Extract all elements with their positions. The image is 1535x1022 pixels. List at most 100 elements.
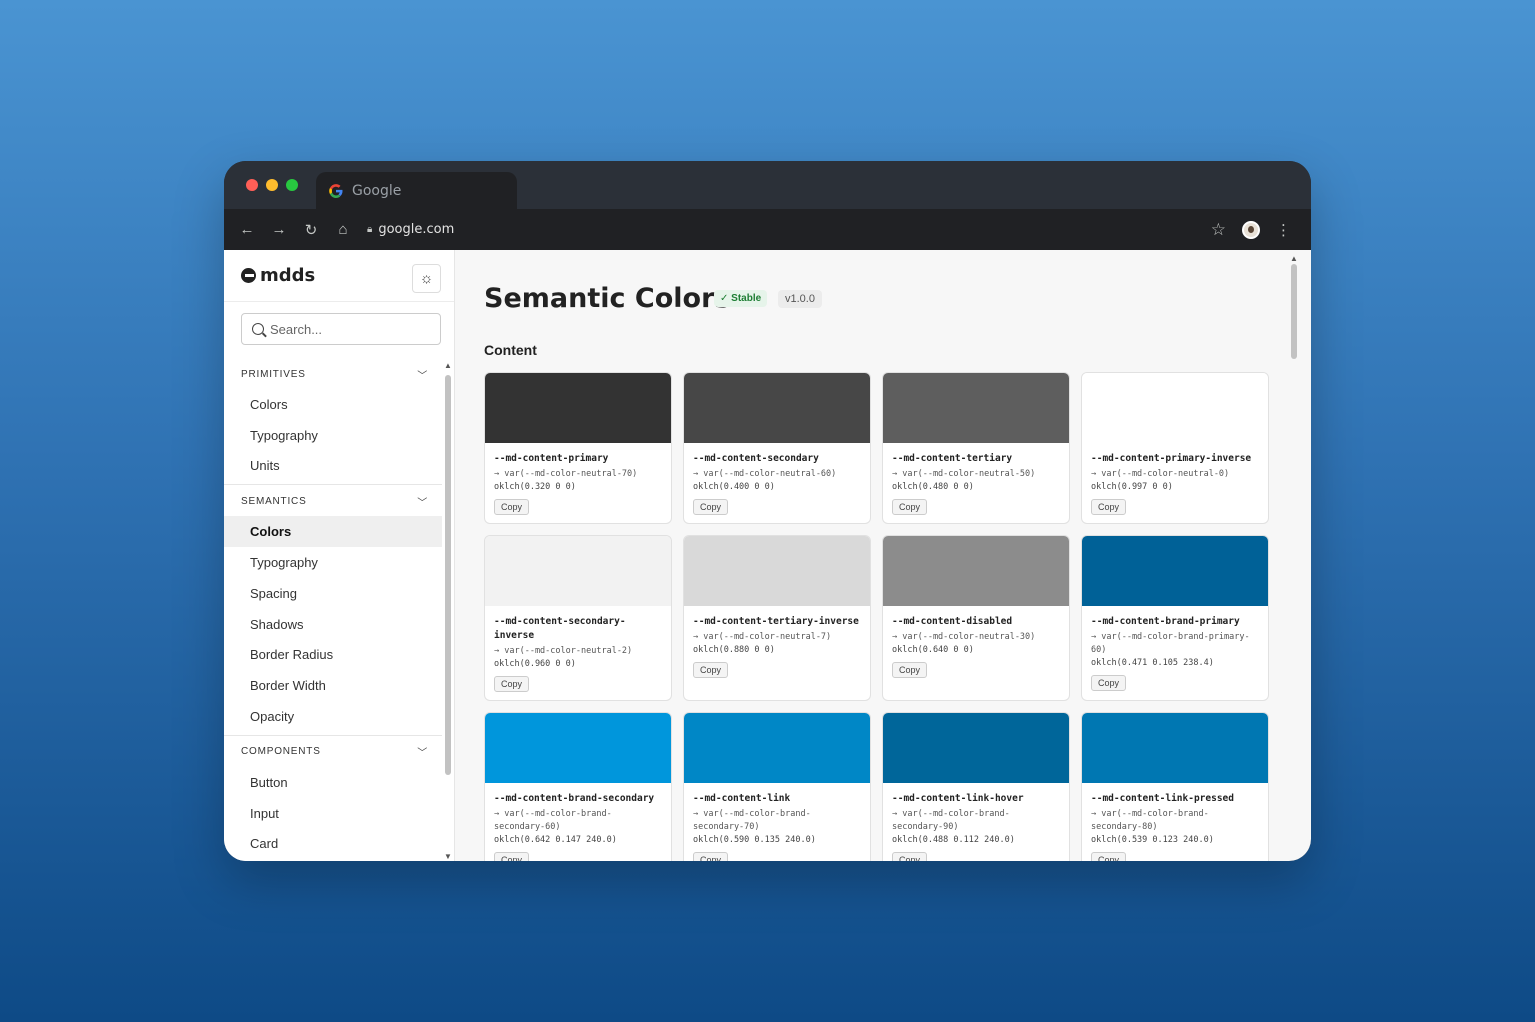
address-bar[interactable]: 🔒︎ google.com bbox=[367, 222, 454, 237]
token-card: --md-content-secondary-inverse → var(--md… bbox=[484, 535, 672, 701]
copy-button[interactable]: Copy bbox=[892, 499, 928, 515]
section-primitives[interactable]: PRIMITIVES ﹀ bbox=[224, 359, 442, 389]
scroll-down-icon[interactable]: ▼ bbox=[444, 852, 452, 861]
token-card: --md-content-secondary → var(--md-color-n… bbox=[683, 372, 871, 524]
sidebar-item-semantics-colors[interactable]: Colors bbox=[224, 516, 442, 548]
copy-button[interactable]: Copy bbox=[494, 852, 530, 861]
divider bbox=[224, 484, 442, 486]
sidebar-nav: PRIMITIVES ﹀ Colors Typography Units SEM… bbox=[224, 359, 442, 859]
section-semantics[interactable]: SEMANTICS ﹀ bbox=[224, 486, 442, 516]
theme-toggle-button[interactable]: ☼ bbox=[412, 264, 441, 293]
color-swatch bbox=[883, 713, 1069, 783]
copy-button[interactable]: Copy bbox=[693, 499, 729, 515]
browser-menu-icon[interactable]: ⋮ bbox=[1276, 221, 1291, 239]
scrollbar-thumb[interactable] bbox=[445, 375, 451, 775]
token-name: --md-content-link-pressed bbox=[1091, 793, 1234, 804]
copy-button[interactable]: Copy bbox=[1091, 675, 1127, 691]
token-oklch-value: oklch(0.400 0 0) bbox=[693, 482, 775, 492]
card-body: --md-content-primary → var(--md-color-neu… bbox=[485, 443, 671, 523]
token-oklch-value: oklch(0.590 0.135 240.0) bbox=[693, 835, 816, 845]
token-card: --md-content-link-pressed → var(--md-colo… bbox=[1081, 712, 1269, 861]
scrollbar-thumb[interactable] bbox=[1291, 264, 1297, 359]
profile-avatar[interactable] bbox=[1242, 220, 1260, 239]
token-name: --md-content-primary bbox=[494, 453, 609, 464]
token-name: --md-content-link-hover bbox=[892, 793, 1024, 804]
back-icon[interactable]: ← bbox=[231, 221, 263, 238]
token-name: --md-content-tertiary bbox=[892, 453, 1013, 464]
token-name: --md-content-tertiary-inverse bbox=[693, 616, 859, 627]
logo-text[interactable]: mdds bbox=[260, 265, 315, 286]
token-name: --md-content-disabled bbox=[892, 616, 1013, 627]
card-body: --md-content-link → var(--md-color-brand-… bbox=[684, 783, 870, 861]
color-swatch bbox=[684, 713, 870, 783]
browser-tab[interactable]: Google bbox=[316, 172, 517, 209]
chevron-down-icon: ﹀ bbox=[417, 748, 428, 760]
sidebar-item-components-card[interactable]: Card bbox=[224, 829, 442, 860]
color-swatch bbox=[1082, 536, 1268, 606]
sidebar-item-semantics-border-radius[interactable]: Border Radius bbox=[224, 640, 442, 671]
bookmark-star-icon[interactable]: ☆ bbox=[1211, 220, 1226, 240]
sidebar-item-components-input[interactable]: Input bbox=[224, 798, 442, 829]
browser-toolbar: ← → ↻ ⌂ 🔒︎ google.com ☆ ⋮ bbox=[224, 209, 1311, 250]
token-oklch-value: oklch(0.640 0 0) bbox=[892, 645, 974, 655]
token-reference: → var(--md-color-neutral-0) bbox=[1091, 469, 1230, 479]
token-reference: → var(--md-color-neutral-50) bbox=[892, 469, 1036, 479]
browser-window: Google ← → ↻ ⌂ 🔒︎ google.com ☆ ⋮ mdds ☼ bbox=[224, 161, 1311, 861]
sidebar-item-components-button[interactable]: Button bbox=[224, 767, 442, 798]
token-row: --md-content-brand-secondary → var(--md-c… bbox=[484, 712, 1270, 861]
main-scrollbar[interactable]: ▲ bbox=[1290, 254, 1298, 856]
token-oklch-value: oklch(0.539 0.123 240.0) bbox=[1091, 835, 1214, 845]
token-reference: → var(--md-color-neutral-60) bbox=[693, 469, 837, 479]
google-icon bbox=[329, 183, 343, 198]
sidebar-item-semantics-spacing[interactable]: Spacing bbox=[224, 578, 442, 609]
token-oklch-value: oklch(0.997 0 0) bbox=[1091, 482, 1173, 492]
close-window-button[interactable] bbox=[246, 179, 258, 191]
copy-button[interactable]: Copy bbox=[494, 499, 530, 515]
copy-button[interactable]: Copy bbox=[693, 662, 729, 678]
card-body: --md-content-brand-secondary → var(--md-c… bbox=[485, 783, 671, 861]
token-card: --md-content-brand-primary → var(--md-col… bbox=[1081, 535, 1269, 701]
version-badge: v1.0.0 bbox=[778, 290, 822, 308]
scroll-up-icon[interactable]: ▲ bbox=[1290, 254, 1298, 263]
forward-icon[interactable]: → bbox=[263, 221, 295, 238]
scroll-up-icon[interactable]: ▲ bbox=[444, 361, 452, 370]
section-components[interactable]: COMPONENTS ﹀ bbox=[224, 737, 442, 767]
sidebar-item-semantics-shadows[interactable]: Shadows bbox=[224, 609, 442, 640]
sidebar-scrollbar[interactable]: ▲ ▼ bbox=[444, 361, 452, 861]
copy-button[interactable]: Copy bbox=[693, 852, 729, 861]
sidebar-item-primitives-typography[interactable]: Typography bbox=[224, 420, 442, 451]
lock-icon: 🔒︎ bbox=[367, 224, 373, 235]
token-name: --md-content-secondary bbox=[693, 453, 819, 464]
token-card: --md-content-tertiary-inverse → var(--md-… bbox=[683, 535, 871, 701]
section-title: COMPONENTS bbox=[241, 746, 321, 758]
status-badge: ✓ Stable bbox=[714, 290, 768, 307]
token-card: --md-content-link → var(--md-color-brand-… bbox=[683, 712, 871, 861]
minimize-window-button[interactable] bbox=[266, 179, 278, 191]
card-body: --md-content-secondary-inverse → var(--md… bbox=[485, 606, 671, 700]
color-swatch bbox=[1082, 373, 1268, 443]
sidebar-item-semantics-opacity[interactable]: Opacity bbox=[224, 701, 442, 732]
sidebar-item-primitives-colors[interactable]: Colors bbox=[224, 389, 442, 420]
token-card: --md-content-disabled → var(--md-color-ne… bbox=[882, 535, 1070, 701]
copy-button[interactable]: Copy bbox=[892, 852, 928, 861]
copy-button[interactable]: Copy bbox=[892, 662, 928, 678]
token-reference: → var(--md-color-neutral-70) bbox=[494, 469, 638, 479]
copy-button[interactable]: Copy bbox=[1091, 852, 1127, 861]
sidebar-item-semantics-typography[interactable]: Typography bbox=[224, 547, 442, 578]
color-swatch bbox=[883, 373, 1069, 443]
reload-icon[interactable]: ↻ bbox=[295, 221, 327, 239]
token-card: --md-content-primary-inverse → var(--md-c… bbox=[1081, 372, 1269, 524]
maximize-window-button[interactable] bbox=[286, 179, 298, 191]
copy-button[interactable]: Copy bbox=[494, 676, 530, 692]
copy-button[interactable]: Copy bbox=[1091, 499, 1127, 515]
token-oklch-value: oklch(0.471 0.105 238.4) bbox=[1091, 658, 1214, 668]
sidebar-item-semantics-border-width[interactable]: Border Width bbox=[224, 670, 442, 701]
color-swatch bbox=[485, 373, 671, 443]
search-input[interactable]: Search... bbox=[241, 313, 441, 345]
home-icon[interactable]: ⌂ bbox=[327, 221, 359, 238]
token-reference: → var(--md-color-brand-secondary-80) bbox=[1091, 809, 1209, 832]
sidebar-item-primitives-units[interactable]: Units bbox=[224, 451, 442, 482]
chevron-down-icon: ﹀ bbox=[417, 497, 428, 509]
color-swatch bbox=[883, 536, 1069, 606]
search-placeholder: Search... bbox=[270, 321, 323, 337]
